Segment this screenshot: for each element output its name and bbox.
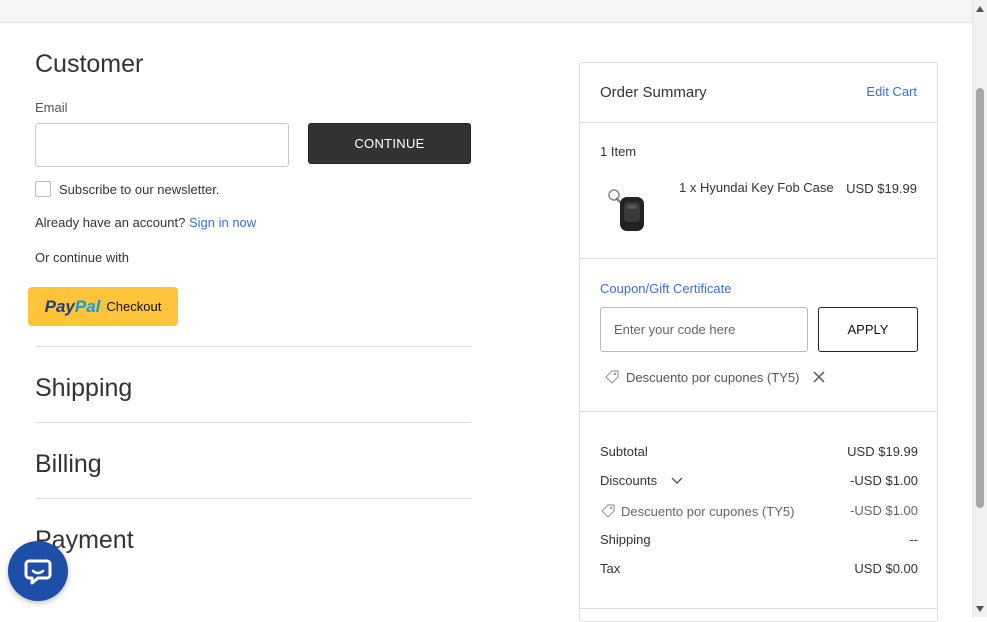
subtotal-label: Subtotal [600,444,648,459]
customer-title: Customer [35,50,144,78]
coupon-discount-label: Descuento por cupones (TY5) [621,503,795,519]
account-prompt: Already have an account? [35,215,186,230]
order-summary-header: Order Summary Edit Cart [580,63,937,123]
chat-bubble-icon [24,559,52,585]
tag-icon [601,504,615,518]
tax-label: Tax [600,561,621,576]
key-fob-case-image [608,189,644,231]
tax-row: Tax USD $0.00 [600,561,918,579]
remove-coupon-button[interactable] [810,368,828,386]
discounts-label-group: Discounts [600,473,683,488]
newsletter-label: Subscribe to our newsletter. [59,181,220,197]
discounts-row[interactable]: Discounts -USD $1.00 [600,473,918,491]
subtotal-row: Subtotal USD $19.99 [600,444,918,462]
shipping-row: Shipping -- [600,532,918,550]
discounts-value: -USD $1.00 [850,473,918,488]
shipping-label: Shipping [600,532,651,547]
sign-in-link[interactable]: Sign in now [189,215,256,230]
paypal-checkout-button[interactable]: Pay Pal Checkout [28,287,178,326]
shipping-title[interactable]: Shipping [35,374,132,403]
tag-icon [605,370,619,384]
coupon-discount-value: -USD $1.00 [850,503,918,518]
paypal-logo-pal: Pal [74,296,101,316]
chevron-down-icon[interactable] [671,477,683,485]
order-summary-title: Order Summary [600,84,707,101]
tax-value: USD $0.00 [854,561,918,576]
applied-coupon: Descuento por cupones (TY5) [604,369,799,385]
page-scrollbar[interactable] [972,0,987,617]
order-summary: Order Summary Edit Cart 1 Item 1 x Hyund… [579,62,938,622]
coupon-discount-row: Descuento por cupones (TY5) -USD $1.00 [600,503,918,521]
apply-coupon-button[interactable]: APPLY [818,307,918,352]
email-label: Email [35,100,68,115]
applied-coupon-label: Descuento por cupones (TY5) [626,369,800,385]
scroll-down-arrow-icon[interactable] [976,606,984,612]
edit-cart-link[interactable]: Edit Cart [866,84,917,99]
divider [580,608,937,609]
product-price: USD $19.99 [846,181,917,196]
product-name: 1 x Hyundai Key Fob Case [679,180,834,195]
billing-title[interactable]: Billing [35,450,102,479]
email-field[interactable] [35,123,289,167]
scrollbar-thumb[interactable] [976,88,984,508]
account-line: Already have an account? Sign in now [35,215,256,230]
item-count: 1 Item [600,144,637,159]
paypal-logo-pay: Pay [44,296,75,316]
divider [35,346,471,347]
paypal-checkout-label: Checkout [106,299,162,314]
or-continue-label: Or continue with [35,250,129,265]
live-chat-button[interactable] [8,541,68,601]
close-icon [813,371,825,383]
top-bar [0,0,972,23]
coupon-toggle-link[interactable]: Coupon/Gift Certificate [600,281,732,296]
discounts-label: Discounts [600,473,658,488]
shipping-value: -- [909,532,918,547]
subtotal-value: USD $19.99 [847,444,918,459]
coupon-section: Coupon/Gift Certificate APPLY Descuento … [580,259,937,412]
newsletter-checkbox[interactable] [35,181,51,197]
coupon-discount-label-group: Descuento por cupones (TY5) [600,503,794,519]
newsletter-option[interactable]: Subscribe to our newsletter. [35,181,219,197]
cart-items-section: 1 Item 1 x Hyundai Key Fob Case USD $19.… [580,123,937,259]
scroll-up-arrow-icon[interactable] [976,6,984,12]
divider [35,422,471,423]
continue-button[interactable]: CONTINUE [308,123,471,164]
divider [35,498,471,499]
coupon-code-input[interactable] [600,307,808,352]
